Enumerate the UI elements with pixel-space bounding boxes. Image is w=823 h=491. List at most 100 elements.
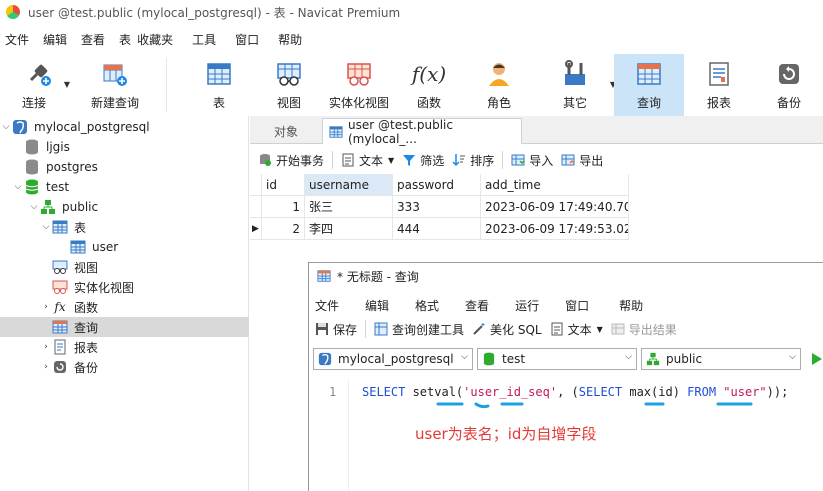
connect-label: 连接 xyxy=(21,96,46,110)
chevron-right-icon[interactable]: › xyxy=(40,362,52,372)
begin-transaction-button[interactable]: 开始事务 xyxy=(258,152,324,169)
query-menu-format[interactable]: 格式 xyxy=(402,297,452,314)
tree-schema-public[interactable]: ⌵ public xyxy=(0,197,249,217)
column-header-password[interactable]: password xyxy=(393,174,481,196)
cell-username[interactable]: 张三 xyxy=(305,196,393,218)
chevron-down-icon[interactable]: ⌵ xyxy=(40,222,52,232)
connect-button[interactable]: 连接 ▼ xyxy=(4,54,74,116)
navicat-logo-icon xyxy=(6,5,20,19)
tab-user-table[interactable]: user @test.public (mylocal_... xyxy=(322,118,522,146)
query-menu-edit[interactable]: 编辑 xyxy=(352,297,402,314)
chevron-down-icon[interactable]: ⌵ xyxy=(12,182,24,192)
table-row[interactable]: 1 张三 333 2023-06-09 17:49:40.7097 xyxy=(250,196,629,218)
query-menu-window[interactable]: 窗口 xyxy=(552,297,602,314)
postgresql-icon xyxy=(12,119,28,135)
menu-table[interactable]: 表 xyxy=(112,31,134,48)
connection-select[interactable]: mylocal_postgresql ⌵ xyxy=(313,348,473,370)
tree-queries-node[interactable]: 查询 xyxy=(0,317,249,337)
tree-backups-node[interactable]: › 备份 xyxy=(0,357,249,377)
menu-window[interactable]: 窗口 xyxy=(228,31,271,48)
row-marker[interactable] xyxy=(250,196,262,218)
menu-favorites[interactable]: 收藏夹 xyxy=(134,31,185,48)
column-header-username[interactable]: username xyxy=(305,174,393,196)
run-play-icon[interactable] xyxy=(811,352,823,366)
new-query-button[interactable]: 新建查询 xyxy=(80,54,150,116)
tree-connection[interactable]: ⌵ mylocal_postgresql xyxy=(0,117,249,137)
tree-db-test[interactable]: ⌵ test xyxy=(0,177,249,197)
query-menu-view[interactable]: 查看 xyxy=(452,297,502,314)
chevron-right-icon[interactable]: › xyxy=(40,302,52,312)
sql-editor[interactable]: 1 SELECT setval('user_id_seq', (SELECT m… xyxy=(309,379,823,491)
menu-edit[interactable]: 编辑 xyxy=(36,31,74,48)
tree-table-user[interactable]: user xyxy=(0,237,249,257)
cell-username[interactable]: 李四 xyxy=(305,218,393,240)
sort-button[interactable]: 排序 xyxy=(452,152,494,169)
menu-tools[interactable]: 工具 xyxy=(185,31,228,48)
role-button[interactable]: 角色 xyxy=(464,54,534,116)
grid-header-row: id username password add_time xyxy=(250,174,629,196)
tree-mviews-node[interactable]: 实体化视图 xyxy=(0,277,249,297)
tree-db-postgres[interactable]: postgres xyxy=(0,157,249,177)
cell-id[interactable]: 2 xyxy=(262,218,305,240)
query-window-title: * 无标题 - 查询 xyxy=(337,269,419,284)
materialized-view-label: 实体化视图 xyxy=(328,96,389,110)
tree-connection-label: mylocal_postgresql xyxy=(34,120,150,134)
tree-queries-label: 查询 xyxy=(74,320,99,335)
cell-password[interactable]: 333 xyxy=(393,196,481,218)
report-button[interactable]: 报表 xyxy=(684,54,754,116)
text-button[interactable]: 文本 ▼ xyxy=(550,321,603,338)
chevron-down-icon[interactable]: ⌵ xyxy=(0,122,12,132)
query-builder-button[interactable]: 查询创建工具 xyxy=(374,321,464,338)
column-header-id[interactable]: id xyxy=(262,174,305,196)
sql-text: , ( xyxy=(557,385,579,399)
text-view-button[interactable]: 文本 ▼ xyxy=(341,152,394,169)
query-menu-run[interactable]: 运行 xyxy=(502,297,552,314)
query-menu-help[interactable]: 帮助 xyxy=(602,297,656,314)
menu-file[interactable]: 文件 xyxy=(0,31,36,48)
tree-db-label: postgres xyxy=(46,160,98,174)
menu-view[interactable]: 查看 xyxy=(74,31,112,48)
save-button[interactable]: 保存 xyxy=(315,321,357,338)
tree-db-ljgis[interactable]: ljgis xyxy=(0,137,249,157)
chevron-down-icon[interactable]: ⌵ xyxy=(28,202,40,212)
tree-functions-node[interactable]: › fx 函数 xyxy=(0,297,249,317)
tab-objects[interactable]: 对象 xyxy=(250,118,322,144)
query-menu-file[interactable]: 文件 xyxy=(309,297,352,314)
export-result-button[interactable]: 导出结果 xyxy=(611,321,677,338)
cell-password[interactable]: 444 xyxy=(393,218,481,240)
menu-help[interactable]: 帮助 xyxy=(271,31,309,48)
chevron-right-icon[interactable]: › xyxy=(40,342,52,352)
export-button[interactable]: 导出 xyxy=(561,152,603,169)
tree-tables-node[interactable]: ⌵ 表 xyxy=(0,217,249,237)
backup-button[interactable]: 备份 xyxy=(754,54,823,116)
chevron-down-icon[interactable]: ▼ xyxy=(597,325,603,334)
materialized-view-button[interactable]: 实体化视图 xyxy=(324,54,394,116)
beautify-sql-button[interactable]: 美化 SQL xyxy=(472,321,542,338)
sql-text: )); xyxy=(766,385,789,399)
import-icon xyxy=(511,153,525,167)
toolbar-divider xyxy=(166,58,167,112)
transaction-icon xyxy=(258,153,272,167)
connection-tree: ⌵ mylocal_postgresql ljgis postgres ⌵ te… xyxy=(0,116,249,491)
database-select[interactable]: test ⌵ xyxy=(477,348,637,370)
tree-views-node[interactable]: 视图 xyxy=(0,257,249,277)
query-button[interactable]: 查询 xyxy=(614,54,684,116)
view-button[interactable]: 视图 xyxy=(254,54,324,116)
chevron-down-icon[interactable]: ▼ xyxy=(388,156,394,165)
import-button[interactable]: 导入 xyxy=(511,152,553,169)
cell-add-time[interactable]: 2023-06-09 17:49:53.0229 xyxy=(481,218,629,240)
filter-button[interactable]: 筛选 xyxy=(402,152,444,169)
other-button[interactable]: 其它 ▼ xyxy=(540,54,616,116)
view-glasses-icon xyxy=(275,60,303,88)
table-toolbar: 开始事务 文本 ▼ 筛选 排序 导入 导出 xyxy=(250,146,823,174)
column-header-add-time[interactable]: add_time xyxy=(481,174,629,196)
cell-id[interactable]: 1 xyxy=(262,196,305,218)
table-button[interactable]: 表 xyxy=(184,54,254,116)
current-row-arrow-icon[interactable]: ▶ xyxy=(250,218,262,240)
cell-add-time[interactable]: 2023-06-09 17:49:40.7097 xyxy=(481,196,629,218)
schema-select[interactable]: public ⌵ xyxy=(641,348,801,370)
function-button[interactable]: f(x) 函数 xyxy=(394,54,464,116)
tree-reports-node[interactable]: › 报表 xyxy=(0,337,249,357)
chevron-down-icon[interactable]: ▼ xyxy=(64,80,70,89)
table-row[interactable]: ▶ 2 李四 444 2023-06-09 17:49:53.0229 xyxy=(250,218,629,240)
